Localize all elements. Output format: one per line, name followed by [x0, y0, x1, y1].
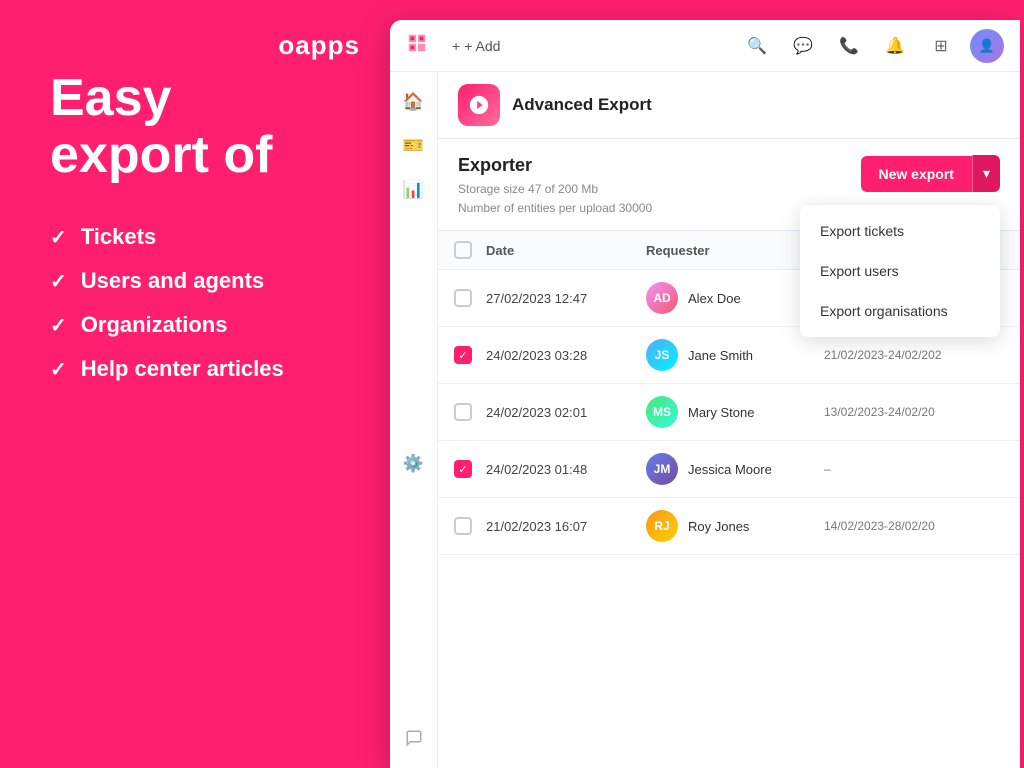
row-period: 21/02/2023-24/02/202 — [824, 348, 1004, 362]
exporter-info: Exporter Storage size 47 of 200 Mb Numbe… — [458, 155, 652, 218]
feature-label: Tickets — [81, 224, 156, 250]
avatar: JS — [646, 339, 678, 371]
row-name: Alex Doe — [688, 291, 741, 306]
export-tickets-item[interactable]: Export tickets — [800, 211, 1000, 251]
storage-label: Storage size 47 of 200 Mb — [458, 180, 652, 199]
main-heading: Easy export of — [50, 70, 340, 184]
exporter-section: Exporter Storage size 47 of 200 Mb Numbe… — [438, 139, 1020, 231]
sidebar-home-icon[interactable]: 🏠 — [396, 84, 432, 120]
top-nav: + + Add 🔍 💬 📞 🔔 ⊞ 👤 — [390, 20, 1020, 72]
row-period: 13/02/2023-24/02/20 — [824, 405, 1004, 419]
avatar: JM — [646, 453, 678, 485]
row-date: 24/02/2023 03:28 — [486, 348, 646, 363]
row-checkbox-container — [454, 517, 486, 535]
row-checkbox[interactable]: ✓ — [454, 460, 472, 478]
nav-add-button[interactable]: + + Add — [444, 34, 508, 58]
row-checkbox-container — [454, 403, 486, 421]
app-title: Advanced Export — [512, 95, 652, 115]
nav-logo — [406, 32, 428, 60]
row-checkbox-container: ✓ — [454, 460, 486, 478]
row-requester: JM Jessica Moore — [646, 453, 824, 485]
avatar-initials: 👤 — [979, 38, 995, 54]
col-date: Date — [486, 243, 646, 258]
row-checkbox[interactable] — [454, 289, 472, 307]
row-checkbox[interactable]: ✓ — [454, 346, 472, 364]
chat-icon[interactable]: 💬 — [786, 29, 820, 63]
row-name: Jane Smith — [688, 348, 753, 363]
export-users-item[interactable]: Export users — [800, 251, 1000, 291]
avatar: RJ — [646, 510, 678, 542]
export-dropdown: Export ticketsExport usersExport organis… — [800, 205, 1000, 337]
row-period: – — [824, 462, 1004, 476]
plus-icon: + — [452, 38, 460, 54]
check-icon: ✓ — [50, 357, 67, 382]
avatar: AD — [646, 282, 678, 314]
row-requester: MS Mary Stone — [646, 396, 824, 428]
row-requester: AD Alex Doe — [646, 282, 824, 314]
row-checkbox-container — [454, 289, 486, 307]
entities-label: Number of entities per upload 30000 — [458, 199, 652, 218]
exporter-title: Exporter — [458, 155, 652, 176]
row-date: 24/02/2023 01:48 — [486, 462, 646, 477]
table-row[interactable]: ✓ 24/02/2023 01:48 JM Jessica Moore – — [438, 441, 1020, 498]
feature-item-organizations: ✓ Organizations — [50, 312, 340, 338]
brand-logo: oapps — [278, 30, 360, 61]
app-icon-box — [458, 84, 500, 126]
header-checkbox[interactable] — [454, 241, 472, 259]
row-name: Jessica Moore — [688, 462, 772, 477]
export-organisations-item[interactable]: Export organisations — [800, 291, 1000, 331]
grid-icon[interactable]: ⊞ — [924, 29, 958, 63]
row-requester: JS Jane Smith — [646, 339, 824, 371]
left-panel: oapps Easy export of ✓ Tickets ✓ Users and … — [0, 0, 390, 768]
row-name: Roy Jones — [688, 519, 749, 534]
sidebar-settings-icon[interactable]: ⚙️ — [396, 446, 432, 482]
feature-item-users-agents: ✓ Users and agents — [50, 268, 340, 294]
feature-item-tickets: ✓ Tickets — [50, 224, 340, 250]
row-checkbox-container: ✓ — [454, 346, 486, 364]
check-icon: ✓ — [50, 313, 67, 338]
new-export-button[interactable]: New export — [861, 156, 972, 192]
phone-icon[interactable]: 📞 — [832, 29, 866, 63]
feature-list: ✓Tickets✓Users and agents✓Organizations✓… — [50, 224, 340, 382]
avatar: MS — [646, 396, 678, 428]
bell-icon[interactable]: 🔔 — [878, 29, 912, 63]
new-export-chevron-button[interactable]: ▾ — [972, 155, 1000, 192]
row-date: 27/02/2023 12:47 — [486, 291, 646, 306]
table-row[interactable]: 24/02/2023 02:01 MS Mary Stone 13/02/202… — [438, 384, 1020, 441]
check-icon: ✓ — [50, 225, 67, 250]
row-name: Mary Stone — [688, 405, 754, 420]
search-icon-nav[interactable]: 🔍 — [740, 29, 774, 63]
main-content: Advanced Export Exporter Storage size 47… — [438, 72, 1020, 768]
row-checkbox[interactable] — [454, 403, 472, 421]
feature-label: Organizations — [81, 312, 228, 338]
sidebar-reports-icon[interactable]: 📊 — [396, 172, 432, 208]
row-date: 24/02/2023 02:01 — [486, 405, 646, 420]
sidebar-tickets-icon[interactable]: 🎫 — [396, 128, 432, 164]
new-export-container: New export ▾ Export ticketsExport usersE… — [861, 155, 1001, 192]
feature-item-help-center: ✓ Help center articles — [50, 356, 340, 382]
row-date: 21/02/2023 16:07 — [486, 519, 646, 534]
table-row[interactable]: 21/02/2023 16:07 RJ Roy Jones 14/02/2023… — [438, 498, 1020, 555]
feature-label: Help center articles — [81, 356, 284, 382]
feature-label: Users and agents — [81, 268, 264, 294]
sidebar-bottom-icon[interactable] — [396, 720, 432, 756]
sidebar: 🏠 🎫 📊 ⚙️ — [390, 72, 438, 768]
row-period: 14/02/2023-28/02/20 — [824, 519, 1004, 533]
row-requester: RJ Roy Jones — [646, 510, 824, 542]
row-checkbox[interactable] — [454, 517, 472, 535]
right-panel: + + Add 🔍 💬 📞 🔔 ⊞ 👤 🏠 🎫 📊 ⚙️ — [390, 0, 1024, 768]
app-header: Advanced Export — [438, 72, 1020, 139]
check-icon: ✓ — [50, 269, 67, 294]
user-avatar-nav[interactable]: 👤 — [970, 29, 1004, 63]
add-label: + Add — [464, 38, 500, 54]
app-window: + + Add 🔍 💬 📞 🔔 ⊞ 👤 🏠 🎫 📊 ⚙️ — [390, 20, 1020, 768]
app-body: 🏠 🎫 📊 ⚙️ Advanced Export — [390, 72, 1020, 768]
